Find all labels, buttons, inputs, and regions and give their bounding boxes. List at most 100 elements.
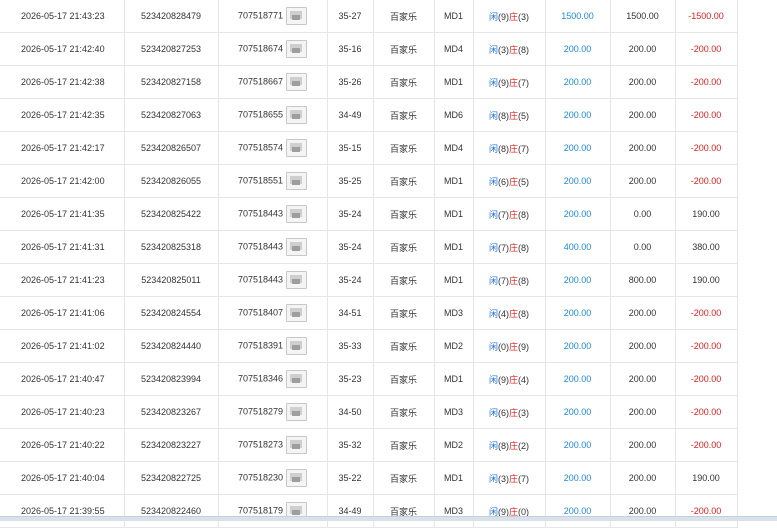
table-row: 2026-05-17 21:41:02 523420824440 707518391… — [0, 329, 738, 363]
table-name-cell: MD2 — [434, 329, 474, 363]
win-loss-cell: -200.00 — [675, 362, 738, 396]
bet-id-cell: 523420824554 — [124, 296, 219, 330]
valid-bet-cell: 200.00 — [610, 98, 676, 132]
round-id-cell: 707518674 — [218, 32, 328, 66]
shoe-number-cell: 35-24 — [327, 263, 374, 297]
banker-paren-close: ) — [526, 77, 530, 88]
player-label: 闲 — [488, 242, 498, 253]
valid-bet-cell: 200.00 — [610, 395, 676, 429]
game-name-cell: 百家乐 — [373, 461, 435, 495]
table-row: 2026-05-17 21:42:38 523420827158 707518667… — [0, 65, 738, 99]
card-result-thumbnail-icon[interactable] — [286, 436, 308, 454]
bet-id-cell: 523420825422 — [124, 197, 219, 231]
banker-paren-close: ) — [526, 440, 530, 451]
banker-label: 庄 — [509, 242, 519, 253]
bet-time-cell: 2026-05-17 21:40:04 — [0, 461, 125, 495]
bet-time-cell: 2026-05-17 21:42:00 — [0, 164, 125, 198]
player-label: 闲 — [488, 77, 498, 88]
horizontal-scrollbar[interactable] — [0, 516, 777, 521]
banker-paren-close: ) — [526, 209, 530, 220]
table-name-cell: MD3 — [434, 296, 474, 330]
round-id-text: 707518674 — [237, 43, 284, 54]
round-id-cell: 707518346 — [218, 362, 328, 396]
game-name-cell: 百家乐 — [373, 230, 435, 264]
player-label: 闲 — [488, 407, 498, 418]
shoe-number-cell: 35-15 — [327, 131, 374, 165]
player-label: 闲 — [488, 374, 498, 385]
bet-time-cell: 2026-05-17 21:40:23 — [0, 395, 125, 429]
player-label: 闲 — [488, 275, 498, 286]
banker-label: 庄 — [509, 11, 519, 22]
card-result-thumbnail-icon[interactable] — [286, 139, 308, 157]
game-name-cell: 百家乐 — [373, 32, 435, 66]
bet-amount-cell: 200.00 — [545, 395, 611, 429]
round-id-text: 707518551 — [237, 175, 284, 186]
card-result-thumbnail-icon[interactable] — [286, 172, 308, 190]
bet-amount-cell: 200.00 — [545, 131, 611, 165]
card-result-thumbnail-icon[interactable] — [286, 403, 308, 421]
bet-time-cell: 2026-05-17 21:41:23 — [0, 263, 125, 297]
card-result-thumbnail-icon[interactable] — [286, 304, 308, 322]
table-name-cell: MD2 — [434, 428, 474, 462]
banker-paren-close: ) — [526, 110, 530, 121]
table-row: 2026-05-17 21:41:35 523420825422 707518443… — [0, 197, 738, 231]
valid-bet-cell: 200.00 — [610, 494, 676, 528]
result-cell: 闲(3)庄(7) — [473, 461, 546, 495]
win-loss-cell: 190.00 — [675, 197, 738, 231]
result-cell: 闲(9)庄(7) — [473, 65, 546, 99]
card-result-thumbnail-icon[interactable] — [286, 7, 308, 25]
shoe-number-cell: 35-23 — [327, 362, 374, 396]
table-name-cell: MD1 — [434, 461, 474, 495]
round-id-cell: 707518443 — [218, 230, 328, 264]
win-loss-cell: -200.00 — [675, 164, 738, 198]
result-cell: 闲(8)庄(7) — [473, 131, 546, 165]
valid-bet-cell: 0.00 — [610, 197, 676, 231]
banker-label: 庄 — [509, 209, 519, 220]
banker-label: 庄 — [509, 77, 519, 88]
round-id-text: 707518407 — [237, 307, 284, 318]
card-result-thumbnail-icon[interactable] — [286, 337, 308, 355]
valid-bet-cell: 200.00 — [610, 131, 676, 165]
player-label: 闲 — [488, 341, 498, 352]
bet-time-cell: 2026-05-17 21:42:35 — [0, 98, 125, 132]
round-id-cell: 707518667 — [218, 65, 328, 99]
card-result-thumbnail-icon[interactable] — [286, 238, 308, 256]
table-row: 2026-05-17 21:42:40 523420827253 707518674… — [0, 32, 738, 66]
table-name-cell: MD3 — [434, 494, 474, 528]
banker-paren-close: ) — [526, 11, 530, 22]
win-loss-cell: 190.00 — [675, 263, 738, 297]
card-result-thumbnail-icon[interactable] — [286, 271, 308, 289]
bet-time-cell: 2026-05-17 21:39:55 — [0, 494, 125, 528]
banker-paren-close: ) — [526, 176, 530, 187]
card-result-thumbnail-icon[interactable] — [286, 73, 308, 91]
card-result-thumbnail-icon[interactable] — [286, 370, 308, 388]
round-id-cell: 707518407 — [218, 296, 328, 330]
round-id-text: 707518346 — [237, 373, 284, 384]
player-label: 闲 — [488, 506, 498, 517]
banker-paren-close: ) — [526, 143, 530, 154]
result-cell: 闲(7)庄(8) — [473, 197, 546, 231]
card-result-thumbnail-icon[interactable] — [286, 40, 308, 58]
banker-paren-close: ) — [526, 374, 530, 385]
shoe-number-cell: 35-25 — [327, 164, 374, 198]
round-id-text: 707518273 — [237, 439, 284, 450]
bet-time-cell: 2026-05-17 21:41:31 — [0, 230, 125, 264]
card-result-thumbnail-icon[interactable] — [286, 469, 308, 487]
bet-amount-cell: 200.00 — [545, 461, 611, 495]
round-id-text: 707518443 — [237, 241, 284, 252]
table-row: 2026-05-17 21:40:22 523420823227 707518273… — [0, 428, 738, 462]
round-id-text: 707518443 — [237, 274, 284, 285]
table-name-cell: MD6 — [434, 98, 474, 132]
table-row: 2026-05-17 21:42:17 523420826507 707518574… — [0, 131, 738, 165]
card-result-thumbnail-icon[interactable] — [286, 106, 308, 124]
table-name-cell: MD4 — [434, 131, 474, 165]
table-row: 2026-05-17 21:41:23 523420825011 707518443… — [0, 263, 738, 297]
player-label: 闲 — [488, 440, 498, 451]
win-loss-cell: -200.00 — [675, 395, 738, 429]
banker-paren-close: ) — [526, 308, 530, 319]
card-result-thumbnail-icon[interactable] — [286, 205, 308, 223]
banker-paren-close: ) — [526, 407, 530, 418]
table-row: 2026-05-17 21:43:23 523420828479 707518771… — [0, 0, 738, 33]
win-loss-cell: 380.00 — [675, 230, 738, 264]
banker-paren-close: ) — [526, 275, 530, 286]
